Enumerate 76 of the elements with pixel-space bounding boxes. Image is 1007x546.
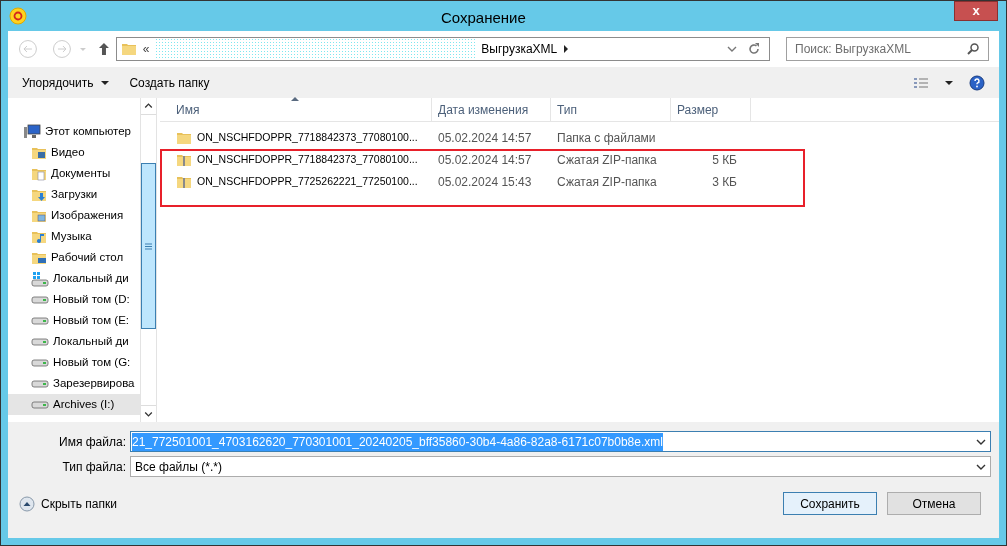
breadcrumb-overflow[interactable]: « [142, 40, 150, 58]
file-name: ON_NSCHFDOPPR_7725262221_77250100... [197, 174, 418, 190]
app-logo-icon [9, 7, 27, 25]
search-placeholder: Поиск: ВыгрузкаXML [795, 41, 912, 58]
size-cell-text: 3 КБ [711, 174, 737, 191]
file-row[interactable]: ON_NSCHFDOPPR_7725262221_77250100... 05.02.2024 15:43 Сжатая ZIP-папка 3 КБ [160, 171, 999, 193]
sidebar-item[interactable]: Загрузки [8, 184, 140, 205]
sidebar-item[interactable]: Локальный ди [8, 331, 140, 352]
sidebar-item[interactable]: Archives (I:) [8, 394, 140, 415]
file-name: ON_NSCHFDOPPR_7718842373_77080100... [197, 130, 418, 146]
column-header[interactable]: Тип [551, 98, 671, 121]
caret-icon[interactable] [945, 79, 953, 86]
search-icon[interactable] [966, 42, 980, 56]
file-type-dropdown[interactable]: Все файлы (*.*) [130, 456, 991, 477]
zip-folder-icon [176, 152, 192, 168]
chevron-right-icon[interactable] [563, 45, 570, 53]
sidebar-item[interactable]: Видео [8, 142, 140, 163]
scrollbar[interactable] [140, 98, 157, 422]
sidebar-item[interactable]: Документы [8, 163, 140, 184]
help-icon[interactable] [969, 74, 985, 91]
address-bar[interactable]: « ВыгрузкаXML [115, 37, 771, 61]
cancel-button[interactable]: Отмена [887, 492, 981, 515]
file-row[interactable]: ON_NSCHFDOPPR_7718842373_77080100... 05.02.2024 14:57 Сжатая ZIP-папка 5 КБ [160, 149, 999, 171]
scrollbar-thumb[interactable] [141, 163, 156, 329]
chevron-down-icon[interactable] [976, 462, 986, 471]
file-name-value: 21_772501001_4703162620_770301001_20240205_bff35860-30b4-4a86-82a8-6171c07b0b8e.xml [132, 432, 663, 451]
refresh-icon[interactable] [747, 42, 762, 56]
save-button[interactable]: Сохранить [783, 492, 877, 515]
type-cell-text: Папка с файлами [556, 130, 657, 147]
sidebar-item[interactable]: Новый том (E: [8, 310, 140, 331]
drive-icon [31, 379, 49, 388]
sidebar-item[interactable]: Новый том (D: [8, 289, 140, 310]
computer-icon [23, 123, 41, 140]
up-arrow-icon[interactable] [97, 42, 110, 56]
sidebar-item[interactable]: Локальный ди [8, 268, 140, 289]
column-header[interactable]: Дата изменения [432, 98, 551, 121]
sidebar-item[interactable]: Новый том (G: [8, 352, 140, 373]
file-row[interactable]: ON_NSCHFDOPPR_7718842373_77080100... 05.02.2024 14:57 Папка с файлами [160, 127, 999, 149]
drive-icon [31, 358, 49, 367]
close-button[interactable]: x [954, 1, 998, 21]
caret-icon [101, 79, 110, 86]
hide-folders-toggle[interactable]: Скрыть папки [19, 494, 117, 513]
drive-icon [31, 316, 49, 325]
column-header[interactable]: Имя [160, 98, 432, 121]
organize-menu[interactable]: Упорядочить [22, 73, 110, 92]
date-cell-text: 05.02.2024 15:43 [437, 174, 533, 191]
drive-icon [31, 295, 49, 304]
sidebar-item[interactable]: Рабочий стол [8, 247, 140, 268]
collapse-up-icon [19, 495, 35, 512]
type-cell-text: Сжатая ZIP-папка [556, 174, 658, 191]
file-name: ON_NSCHFDOPPR_7718842373_77080100... [197, 152, 418, 168]
drive-icon [31, 337, 49, 346]
folder-icon [120, 41, 137, 57]
type-cell-text: Сжатая ZIP-папка [556, 152, 658, 169]
column-header[interactable]: Размер [671, 98, 751, 121]
drive-icon [31, 400, 49, 409]
date-cell-text: 05.02.2024 14:57 [437, 152, 533, 169]
zip-folder-icon [176, 174, 192, 190]
search-field[interactable]: Поиск: ВыгрузкаXML [786, 37, 989, 61]
file-type-label: Тип файла: [61, 458, 127, 476]
sidebar-item[interactable]: Музыка [8, 226, 140, 247]
folder-icon [176, 130, 192, 146]
file-name-label: Имя файла: [58, 433, 127, 451]
sidebar-item[interactable]: Зарезервирова [8, 373, 140, 394]
file-type-value: Все файлы (*.*) [135, 458, 223, 476]
window-title: Сохранение [441, 8, 526, 28]
chevron-down-icon[interactable] [976, 437, 986, 446]
size-cell-text: 5 КБ [711, 152, 737, 169]
sort-arrow-icon [291, 97, 299, 101]
grip-icon [145, 242, 152, 250]
breadcrumb-item[interactable]: ВыгрузкаXML [481, 40, 558, 58]
sidebar-item[interactable]: Этот компьютер [45, 122, 131, 141]
new-folder-button[interactable]: Создать папку [129, 73, 210, 92]
system-drive-icon [31, 270, 49, 287]
sidebar-item[interactable]: Изображения [8, 205, 140, 226]
date-cell-text: 05.02.2024 14:57 [437, 130, 533, 147]
